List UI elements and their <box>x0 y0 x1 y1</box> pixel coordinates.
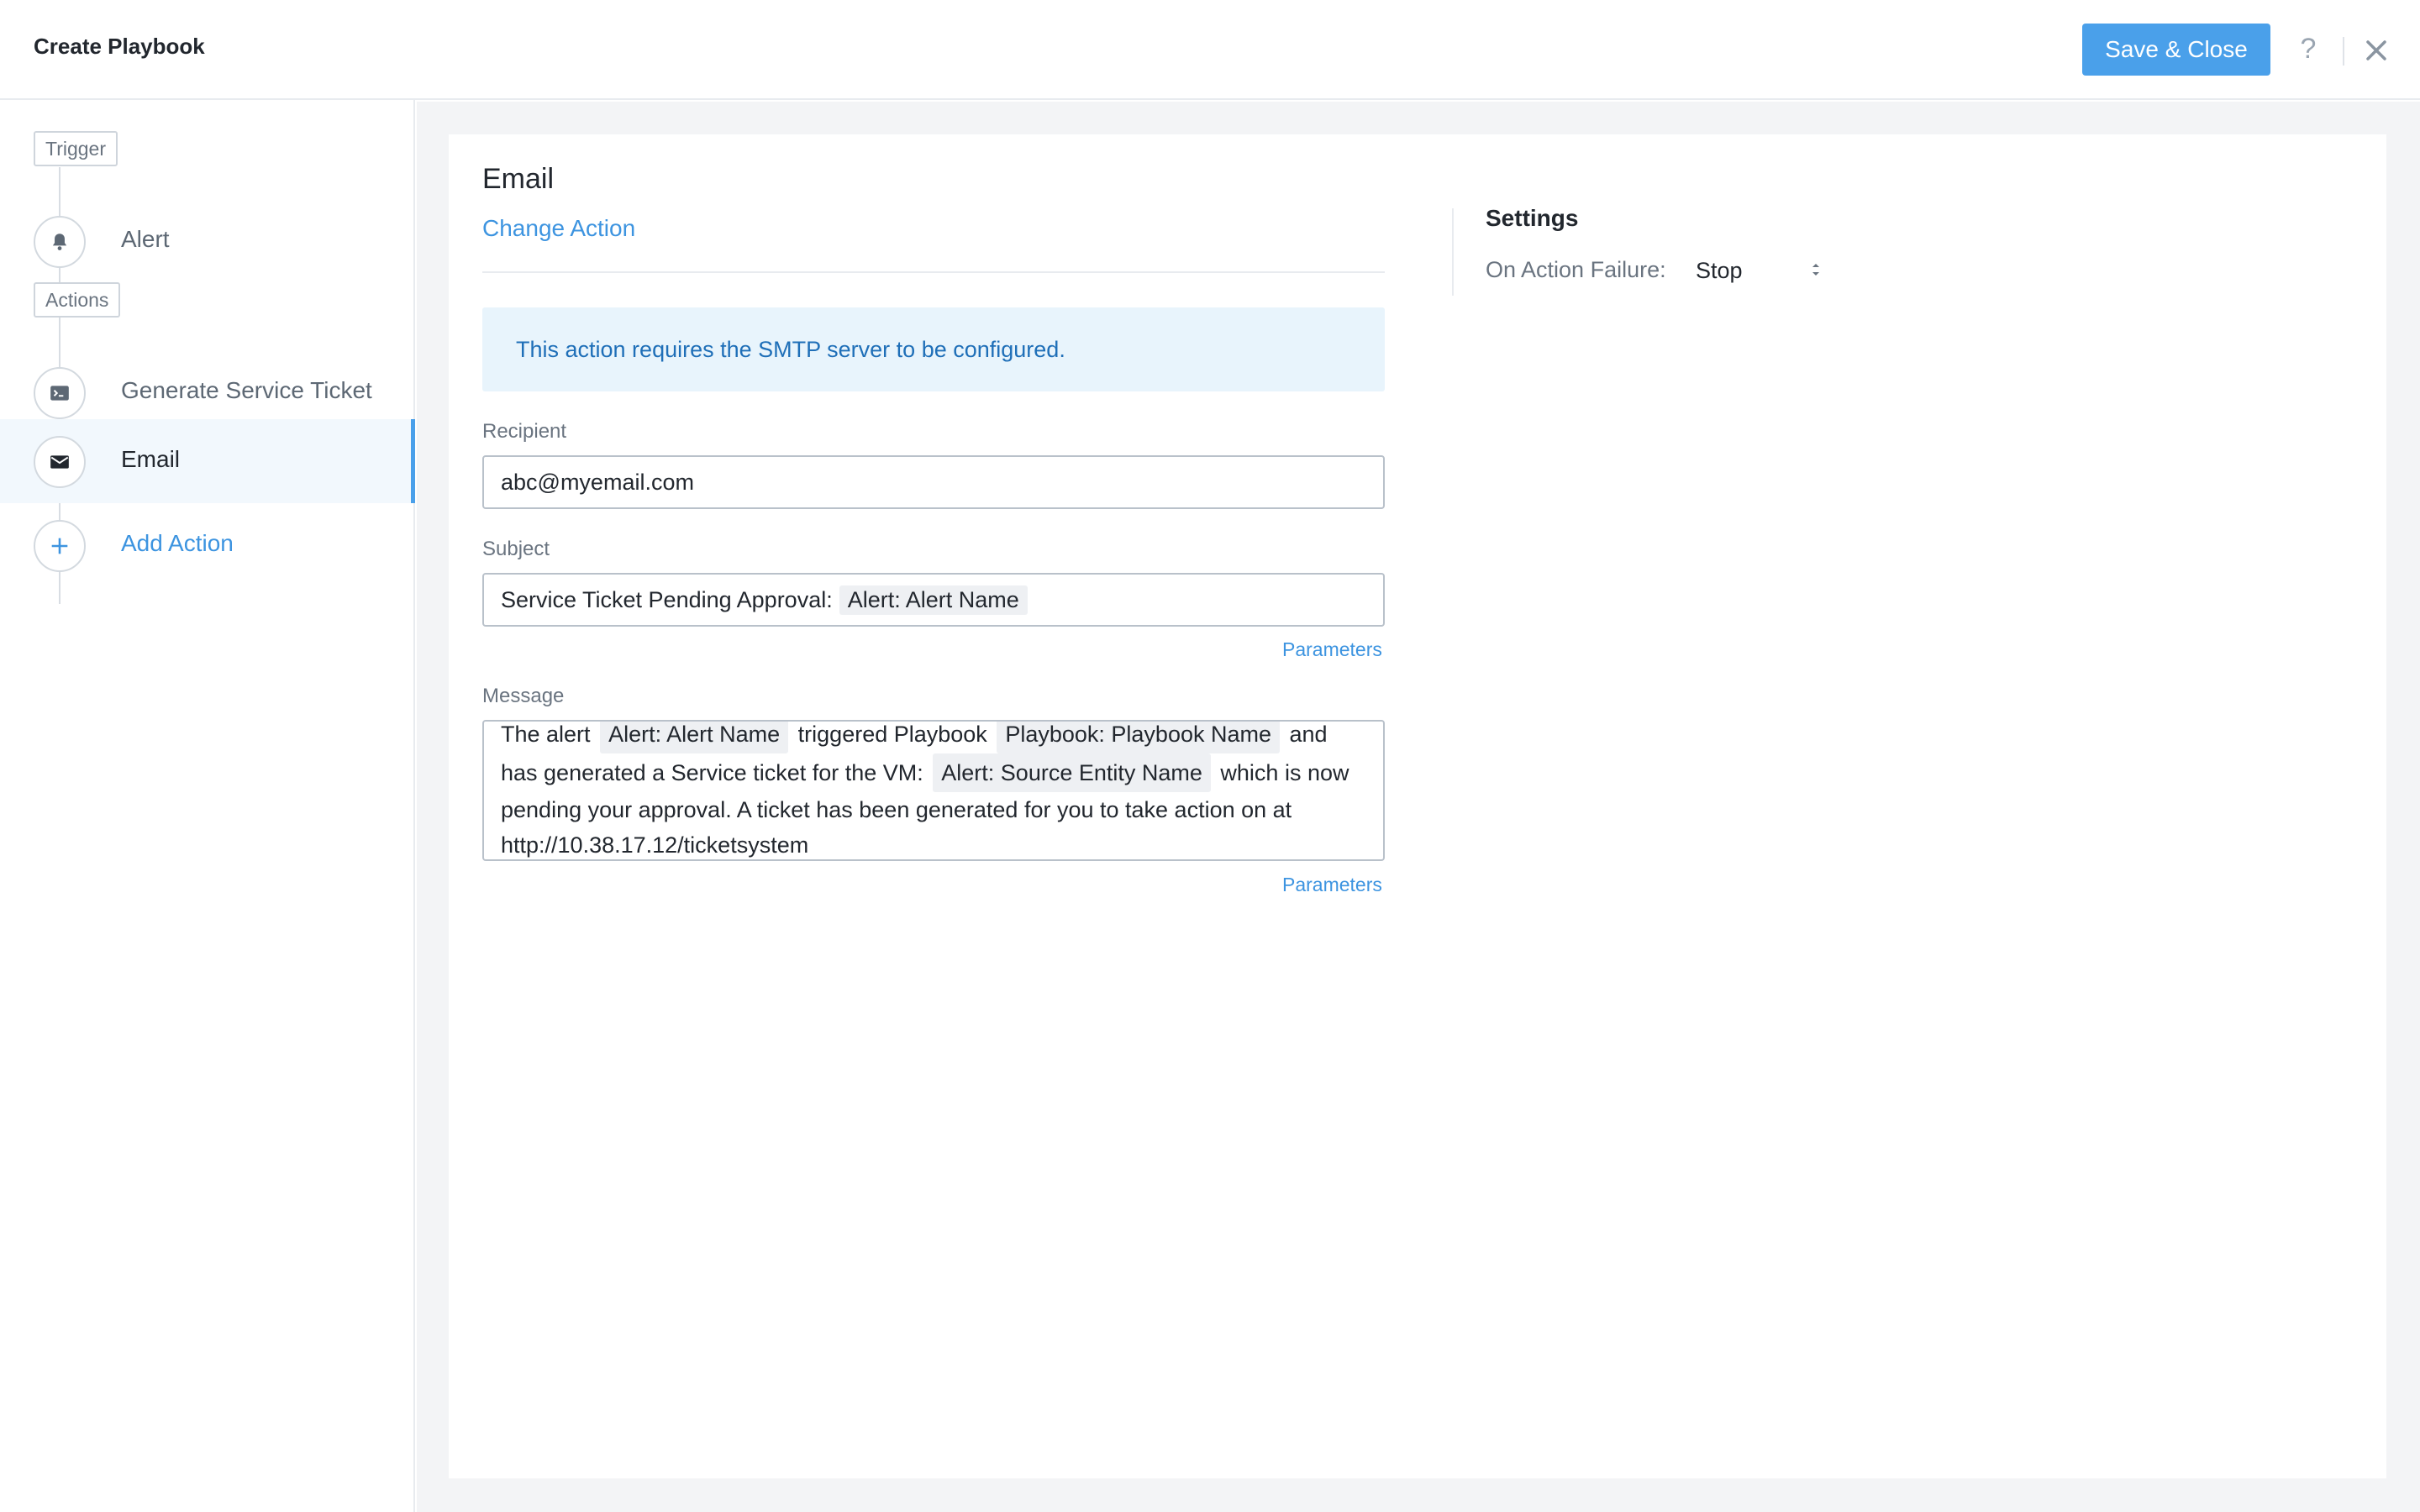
step-icon-circle <box>34 367 86 419</box>
recipient-input[interactable]: abc@myemail.com <box>482 455 1385 509</box>
settings-divider <box>1452 208 1454 296</box>
step-label: Email <box>121 446 181 472</box>
sidebar-step-alert[interactable]: Alert <box>0 199 415 283</box>
message-textarea[interactable]: The alert Alert: Alert Name triggered Pl… <box>482 720 1385 861</box>
parameter-chip[interactable]: Alert: Alert Name <box>839 585 1028 615</box>
parameter-chip[interactable]: Playbook: Playbook Name <box>997 722 1280 753</box>
plus-icon <box>51 538 68 554</box>
help-icon[interactable]: ? <box>2296 30 2321 67</box>
message-label: Message <box>482 685 565 707</box>
page-title: Create Playbook <box>34 34 205 59</box>
trigger-tag: Trigger <box>34 131 118 166</box>
message-parameters-link[interactable]: Parameters <box>1282 874 1382 896</box>
ticket-icon <box>50 386 69 401</box>
step-label: Generate Service Ticket <box>121 377 372 403</box>
close-icon[interactable] <box>2363 37 2390 64</box>
envelope-icon <box>50 455 69 469</box>
select-caret-icon <box>1812 264 1819 276</box>
step-label: Alert <box>121 226 170 252</box>
step-icon-circle <box>34 216 86 268</box>
settings-title: Settings <box>1486 205 1579 231</box>
step-icon-circle <box>34 520 86 572</box>
subject-label: Subject <box>482 538 550 560</box>
parameter-chip[interactable]: Alert: Alert Name <box>600 722 789 753</box>
sidebar-step-email[interactable]: Email <box>0 419 415 503</box>
recipient-label: Recipient <box>482 420 567 443</box>
bell-icon <box>52 234 67 250</box>
parameter-chip[interactable]: Alert: Source Entity Name <box>933 753 1211 792</box>
save-close-button[interactable]: Save & Close <box>2082 24 2270 76</box>
change-action-link[interactable]: Change Action <box>482 215 635 242</box>
action-title: Email <box>482 163 555 195</box>
action-panel: Email Change Action This action requires… <box>449 134 2386 1478</box>
message-text-segment: The alert <box>501 722 591 747</box>
subject-parameters-link[interactable]: Parameters <box>1282 638 1382 661</box>
app-header: Create Playbook Save & Close ? <box>0 0 2420 100</box>
sidebar-add-action[interactable]: Add Action <box>0 503 415 587</box>
on-action-failure-label: On Action Failure: <box>1486 257 1666 282</box>
smtp-info-banner: This action requires the SMTP server to … <box>482 307 1385 391</box>
message-content: The alert Alert: Alert Name triggered Pl… <box>501 722 1366 859</box>
header-divider <box>2343 37 2344 66</box>
message-text-segment: triggered Playbook <box>797 722 987 747</box>
actions-tag: Actions <box>34 282 121 318</box>
subject-input[interactable]: Service Ticket Pending Approval: Alert: … <box>482 573 1385 627</box>
step-label: Add Action <box>121 530 234 556</box>
section-divider <box>482 271 1385 273</box>
step-icon-circle <box>34 436 86 488</box>
subject-text: Service Ticket Pending Approval: <box>501 586 833 612</box>
playbook-sidebar: Trigger Alert Actions Generate Service T… <box>0 100 415 1512</box>
